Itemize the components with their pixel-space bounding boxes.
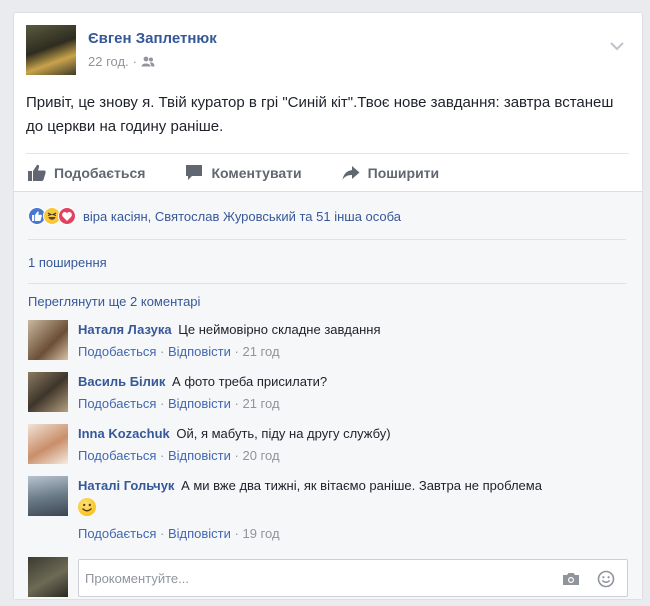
comment-composer <box>28 557 628 597</box>
comment-text: А фото треба присилати? <box>172 374 328 389</box>
comment-text: Ой, я мабуть, піду на другу службу) <box>176 426 391 441</box>
camera-icon[interactable] <box>562 572 580 586</box>
commenter-name[interactable]: Наталі Гольчук <box>78 478 174 493</box>
comment-reply-link[interactable]: Відповісти <box>168 396 231 411</box>
comment-meta: Подобається · Відповісти · 21 год <box>78 396 280 411</box>
commenter-avatar[interactable] <box>28 320 68 360</box>
view-more-comments-link[interactable]: Переглянути ще 2 коментарі <box>28 294 200 309</box>
share-button[interactable]: Поширити <box>342 164 440 181</box>
friends-icon[interactable] <box>141 56 155 67</box>
comment-item: Наталі Гольчук А ми вже два тижні, як ві… <box>28 476 626 546</box>
comment-time[interactable]: 21 год <box>242 396 279 411</box>
reaction-icons <box>28 207 76 225</box>
comment-text: Це неймовірно складне завдання <box>178 322 381 337</box>
commenter-name[interactable]: Наталя Лазука <box>78 322 172 337</box>
comment-like-link[interactable]: Подобається <box>78 526 156 541</box>
post-actions: Подобається Коментувати Поширити <box>26 153 629 191</box>
post-header: Євген Заплетнюк 22 год. · <box>26 25 626 75</box>
love-reaction-icon <box>58 207 76 225</box>
post-card: Євген Заплетнюк 22 год. · Привіт, це зно… <box>13 12 643 600</box>
shares-link[interactable]: 1 поширення <box>28 255 107 270</box>
commenter-avatar[interactable] <box>28 424 68 464</box>
post-timestamp[interactable]: 22 год. <box>88 54 129 69</box>
comment-time[interactable]: 20 год <box>242 448 279 463</box>
author-name[interactable]: Євген Заплетнюк <box>88 30 217 47</box>
comment-time[interactable]: 21 год <box>242 344 279 359</box>
share-arrow-icon <box>342 165 360 180</box>
reactions-row[interactable]: віра касіян, Святослав Журовський та 51 … <box>28 204 401 228</box>
comment-input[interactable] <box>78 559 628 597</box>
comment-button[interactable]: Коментувати <box>185 164 302 181</box>
comment-like-link[interactable]: Подобається <box>78 448 156 463</box>
comment-like-link[interactable]: Подобається <box>78 344 156 359</box>
divider <box>28 283 626 284</box>
comment-time[interactable]: 19 год <box>242 526 279 541</box>
post-text: Привіт, це знову я. Твій куратор в грі "… <box>26 94 614 135</box>
smile-emoji-icon <box>78 498 96 516</box>
comment-meta: Подобається · Відповісти · 20 год <box>78 448 280 463</box>
comment-text: А ми вже два тижні, як вітаємо раніше. З… <box>181 478 542 493</box>
thumbs-up-icon <box>28 164 46 181</box>
commenter-name[interactable]: Inna Kozachuk <box>78 426 170 441</box>
comment-item: Наталя Лазука Це неймовірно складне завд… <box>28 320 626 364</box>
share-label: Поширити <box>367 164 440 181</box>
comment-like-link[interactable]: Подобається <box>78 396 156 411</box>
reactors-text[interactable]: віра касіян, Святослав Журовський та 51 … <box>83 209 401 224</box>
comment-icon <box>186 165 203 180</box>
commenter-name[interactable]: Василь Білик <box>78 374 165 389</box>
comment-label: Коментувати <box>211 164 302 181</box>
chevron-down-icon[interactable] <box>610 41 624 51</box>
comment-item: Василь Білик А фото треба присилати? Под… <box>28 372 626 416</box>
post-meta: 22 год. · <box>88 54 155 69</box>
like-button[interactable]: Подобається <box>28 164 145 181</box>
comment-meta: Подобається · Відповісти · 21 год <box>78 344 280 359</box>
divider <box>28 239 626 240</box>
commenter-avatar[interactable] <box>28 372 68 412</box>
like-label: Подобається <box>54 164 146 181</box>
comment-reply-link[interactable]: Відповісти <box>168 344 231 359</box>
emoji-icon[interactable] <box>597 570 615 588</box>
current-user-avatar <box>28 557 68 597</box>
comment-meta: Подобається · Відповісти · 19 год <box>78 526 280 541</box>
comment-reply-link[interactable]: Відповісти <box>168 448 231 463</box>
comment-item: Inna Kozachuk Ой, я мабуть, піду на друг… <box>28 424 626 468</box>
commenter-avatar[interactable] <box>28 476 68 516</box>
comment-reply-link[interactable]: Відповісти <box>168 526 231 541</box>
comments-section: віра касіян, Святослав Журовський та 51 … <box>14 191 642 599</box>
author-avatar[interactable] <box>26 25 76 75</box>
